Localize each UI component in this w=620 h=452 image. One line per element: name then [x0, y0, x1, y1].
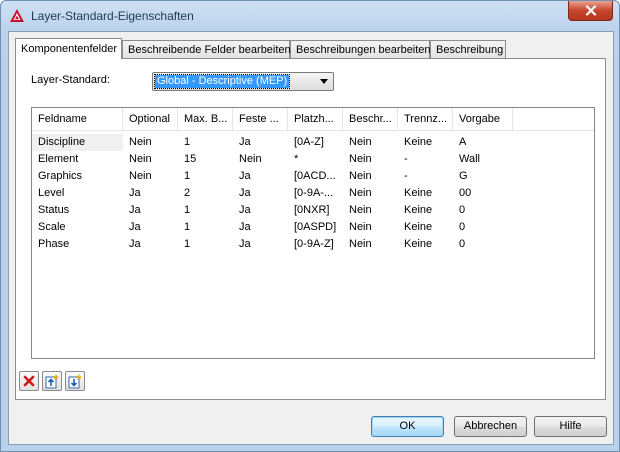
table-cell: Nein: [129, 136, 152, 148]
close-icon: [585, 5, 596, 16]
table-cell: Ja: [239, 221, 251, 233]
window-title: Layer-Standard-Eigenschaften: [31, 9, 194, 23]
column-header-optional[interactable]: Optional: [123, 108, 178, 130]
table-cell: [0A-Z]: [294, 136, 324, 148]
table-cell: Discipline: [32, 134, 123, 151]
table-row[interactable]: Discipline Nein 1 Ja [0A-Z] Nein Keine A: [32, 134, 594, 151]
table-cell: -: [404, 153, 408, 165]
table-cell: 00: [459, 187, 472, 199]
tab-beschreibungen-bearbeiten[interactable]: Beschreibungen bearbeiten: [290, 40, 431, 58]
table-cell: Ja: [239, 238, 251, 250]
table-cell: 1: [184, 221, 191, 233]
table-cell: Ja: [239, 187, 251, 199]
table-cell: Nein: [349, 170, 372, 182]
table-cell: 1: [184, 170, 191, 182]
table-cell: 1: [184, 204, 191, 216]
table-cell: Ja: [129, 204, 141, 216]
table-cell: Ja: [239, 136, 251, 148]
table-cell: 0: [459, 221, 466, 233]
table-cell: Nein: [349, 238, 372, 250]
table-cell: Level: [38, 187, 65, 199]
tab-beschreibende-felder[interactable]: Beschreibende Felder bearbeiten: [122, 40, 291, 58]
table-cell: Nein: [349, 204, 372, 216]
move-down-icon: [68, 374, 82, 389]
table-cell: Wall: [459, 153, 480, 165]
table-cell: Nein: [129, 153, 152, 165]
table-cell: Nein: [349, 136, 372, 148]
table-cell: [0-9A-...: [294, 187, 334, 199]
column-header-feldname[interactable]: Feldname: [32, 108, 123, 130]
table-cell: 2: [184, 187, 191, 199]
move-down-button[interactable]: [65, 371, 85, 391]
layer-standard-select[interactable]: Global - Descriptive (MEP): [152, 72, 334, 91]
table-cell: Graphics: [38, 170, 83, 182]
column-header-feste-breite[interactable]: Feste ...: [233, 108, 288, 130]
table-row[interactable]: Phase Ja 1 Ja [0-9A-Z] Nein Keine 0: [32, 236, 594, 253]
ok-button[interactable]: OK: [371, 416, 444, 437]
delete-icon: [23, 375, 35, 387]
table-cell: Ja: [129, 221, 141, 233]
table-cell: Ja: [129, 187, 141, 199]
dialog-client-area: Komponentenfelder Beschreibende Felder b…: [8, 31, 614, 445]
table-cell: Keine: [404, 238, 433, 250]
table-cell: *: [294, 153, 299, 165]
table-cell: -: [404, 170, 408, 182]
help-button[interactable]: Hilfe: [534, 416, 607, 437]
table-cell: A: [459, 136, 467, 148]
table-cell: Keine: [404, 187, 433, 199]
column-header-beschreibung[interactable]: Beschr...: [343, 108, 398, 130]
table-row[interactable]: Scale Ja 1 Ja [0ASPD] Nein Keine 0: [32, 219, 594, 236]
table-cell: [0-9A-Z]: [294, 238, 334, 250]
table-row[interactable]: Graphics Nein 1 Ja [0ACD... Nein - G: [32, 168, 594, 185]
table-cell: [0ASPD]: [294, 221, 337, 233]
component-fields-table[interactable]: Feldname Optional Max. B... Feste ... Pl…: [31, 107, 595, 359]
column-header-vorgabe[interactable]: Vorgabe: [453, 108, 513, 130]
table-cell: Ja: [239, 170, 251, 182]
table-row[interactable]: Element Nein 15 Nein * Nein - Wall: [32, 151, 594, 168]
table-cell: Keine: [404, 221, 433, 233]
table-cell: 0: [459, 204, 466, 216]
table-cell: Nein: [349, 187, 372, 199]
title-bar[interactable]: Layer-Standard-Eigenschaften: [1, 1, 619, 31]
table-cell: 0: [459, 238, 466, 250]
table-cell: Scale: [38, 221, 66, 233]
table-cell: Ja: [239, 204, 251, 216]
tab-komponentenfelder[interactable]: Komponentenfelder: [15, 38, 122, 59]
column-header-trennzeichen[interactable]: Trennz...: [398, 108, 453, 130]
column-header-platzhalter[interactable]: Platzh...: [288, 108, 343, 130]
autocad-app-icon: [10, 9, 24, 22]
table-cell: G: [459, 170, 468, 182]
table-row[interactable]: Status Ja 1 Ja [0NXR] Nein Keine 0: [32, 202, 594, 219]
table-cell: 1: [184, 238, 191, 250]
table-cell: Nein: [349, 153, 372, 165]
table-cell: Keine: [404, 204, 433, 216]
close-button[interactable]: [568, 1, 613, 21]
dialog-window: Layer-Standard-Eigenschaften Komponenten…: [0, 0, 620, 452]
table-cell: Keine: [404, 136, 433, 148]
table-cell: Nein: [349, 221, 372, 233]
table-header: Feldname Optional Max. B... Feste ... Pl…: [32, 108, 594, 131]
table-cell: [0NXR]: [294, 204, 330, 216]
table-cell: Status: [38, 204, 70, 216]
table-cell: Nein: [129, 170, 152, 182]
layer-standard-value: Global - Descriptive (MEP): [153, 74, 291, 89]
cancel-button[interactable]: Abbrechen: [454, 416, 527, 437]
tab-beschreibung[interactable]: Beschreibung: [430, 40, 506, 58]
delete-button[interactable]: [19, 371, 39, 391]
layer-standard-label: Layer-Standard:: [31, 74, 110, 86]
table-cell: 15: [184, 153, 197, 165]
table-cell: 1: [184, 136, 191, 148]
table-cell: Nein: [239, 153, 262, 165]
chevron-down-icon: [320, 79, 328, 84]
column-header-max-breite[interactable]: Max. B...: [178, 108, 233, 130]
table-cell: Ja: [129, 238, 141, 250]
table-cell: [0ACD...: [294, 170, 336, 182]
table-row[interactable]: Level Ja 2 Ja [0-9A-... Nein Keine 00: [32, 185, 594, 202]
move-up-icon: [45, 374, 59, 389]
table-cell: Element: [38, 153, 79, 165]
table-cell: Phase: [38, 238, 70, 250]
move-up-button[interactable]: [42, 371, 62, 391]
tab-panel-komponentenfelder: Layer-Standard: Global - Descriptive (ME…: [15, 58, 606, 400]
